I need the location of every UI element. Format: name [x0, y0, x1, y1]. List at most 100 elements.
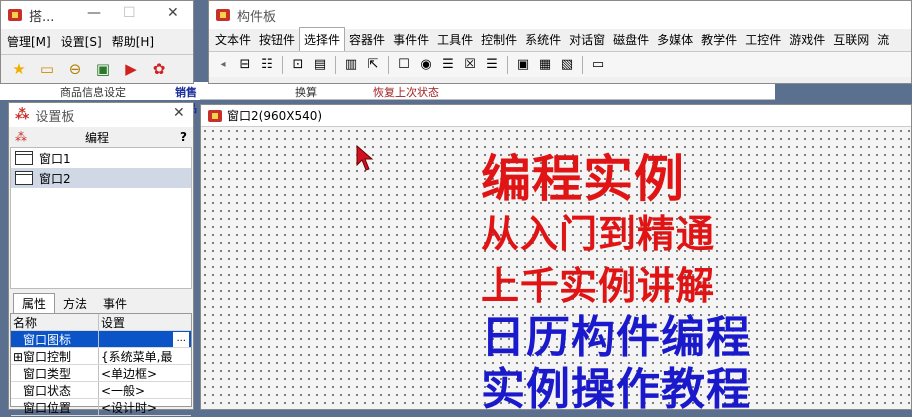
options-list-icon[interactable]: ☰ — [482, 55, 502, 75]
prop-value: ... — [99, 331, 191, 347]
pointer-list-icon[interactable]: ☷ — [257, 55, 277, 75]
help-button[interactable]: ? — [180, 130, 187, 144]
tab-11[interactable]: 教学件 — [697, 28, 741, 51]
radio-icon[interactable]: ◉ — [416, 55, 436, 75]
tree-item-label: 窗口1 — [39, 151, 71, 166]
maximize-button[interactable]: ☐ — [123, 5, 136, 21]
tab-15[interactable]: 流 — [873, 28, 893, 51]
prop-value: {系统菜单,最 — [101, 350, 173, 364]
tab-5[interactable]: 工具件 — [433, 28, 477, 51]
tab-7[interactable]: 系统件 — [521, 28, 565, 51]
component-tabs: 文本件 按钮件 选择件 容器件 事件件 工具件 控制件 系统件 对话窗 磁盘件 多媒体 教学件 工控件游… — [209, 27, 911, 51]
bg-text-3: 换算 — [295, 86, 317, 99]
prop-value: <设计时> — [101, 401, 158, 415]
grid-row-window-icon[interactable]: 窗口图标 ... — [11, 331, 191, 348]
menu-manage[interactable]: 管理[M] — [7, 33, 51, 50]
tab-9[interactable]: 磁盘件 — [609, 28, 653, 51]
grid-row-window-type[interactable]: 窗口类型 <单边框> — [11, 365, 191, 382]
list-select-icon[interactable]: ▤ — [310, 55, 330, 75]
design-window: 窗口2(960X540) 编程实例 从入门到精通 上千实例讲解 日历构件编程 实… — [200, 104, 912, 415]
close-button[interactable]: ✕ — [167, 5, 179, 21]
background-app-strip: 商品信息设定 换算 恢复上次状态 — [65, 82, 775, 100]
tab-8[interactable]: 对话窗 — [565, 28, 609, 51]
tab-1[interactable]: 按钮件 — [255, 28, 299, 51]
prop-name: 窗口图标 — [11, 331, 99, 347]
design-titlebar: 窗口2(960X540) — [201, 105, 911, 127]
grid-row-window-state[interactable]: 窗口状态 <一般> — [11, 382, 191, 399]
tab-12[interactable]: 工控件 — [741, 28, 785, 51]
grid-row-window-position[interactable]: 窗口位置 <设计时> — [11, 399, 191, 416]
window-tree: 窗口1 窗口2 — [10, 147, 192, 289]
tab-2[interactable]: 选择件 — [299, 27, 346, 51]
run-icon[interactable]: ▶ — [119, 57, 143, 81]
save-icon[interactable]: ▣ — [91, 57, 115, 81]
combo-icon[interactable]: ▣ — [513, 55, 533, 75]
bg-text-1b: 商品信息设定 — [60, 86, 126, 99]
toolbar-separator — [582, 55, 583, 74]
bg-text-4: 恢复上次状态 — [373, 86, 439, 99]
text-line-2[interactable]: 从入门到精通 — [481, 203, 715, 258]
settings-panel: ⁂ 设置板 ✕ ⁂ 编程 ? 窗口1 窗口2 属性 方法 事件 名称 设置 窗口… — [8, 102, 194, 416]
star-icon[interactable]: ★ — [7, 57, 31, 81]
prop-name: 窗口位置 — [11, 399, 99, 415]
dropdown-icon[interactable]: ▦ — [535, 55, 555, 75]
settings-header-label: 编程 — [85, 130, 110, 145]
app-logo-icon — [7, 7, 23, 23]
mouse-cursor-icon — [356, 145, 374, 171]
window-icon[interactable]: ▭ — [35, 57, 59, 81]
grid-row-window-control[interactable]: ⊞窗口控制 {系统菜单,最 — [11, 348, 191, 365]
tab-10[interactable]: 多媒体 — [653, 28, 697, 51]
form-icon[interactable]: ⊖ — [63, 57, 87, 81]
prop-name: ⊞窗口控制 — [11, 348, 99, 364]
settings-titlebar: ⁂ 设置板 ✕ — [9, 103, 193, 127]
ellipsis-button[interactable]: ... — [173, 332, 189, 347]
design-title: 窗口2(960X540) — [227, 109, 323, 123]
tree-item-window1[interactable]: 窗口1 — [11, 148, 191, 168]
prop-value: <单边框> — [101, 367, 158, 381]
tab-14[interactable]: 互联网 — [829, 28, 873, 51]
tab-3[interactable]: 容器件 — [345, 28, 389, 51]
design-window-icon — [207, 108, 223, 124]
toolbar-separator — [282, 55, 283, 74]
minimize-button[interactable]: — — [87, 5, 101, 21]
grid-header-name: 名称 — [11, 314, 99, 330]
app-logo-icon — [215, 7, 231, 23]
text-line-1[interactable]: 编程实例 — [481, 139, 685, 211]
design-canvas[interactable]: 编程实例 从入门到精通 上千实例讲解 日历构件编程 实例操作教程 — [201, 127, 911, 415]
tab-4[interactable]: 事件件 — [389, 28, 433, 51]
check-list-icon[interactable]: ☒ — [460, 55, 480, 75]
toolbar-separator — [388, 55, 389, 74]
frame-icon[interactable]: ▥ — [341, 55, 361, 75]
settings-header-icon: ⁂ — [15, 130, 27, 144]
scroll-left-icon[interactable]: ◂ — [213, 55, 233, 75]
component-board-titlebar: 构件板 — [209, 1, 911, 29]
tab-0[interactable]: 文本件 — [211, 28, 255, 51]
cursor-select-icon[interactable]: ⇱ — [363, 55, 383, 75]
tree-item-window2[interactable]: 窗口2 — [11, 168, 191, 188]
tab-13[interactable]: 游戏件 — [785, 28, 829, 51]
prop-name: 窗口类型 — [11, 365, 99, 381]
tab-6[interactable]: 控制件 — [477, 28, 521, 51]
tab-events[interactable]: 事件 — [95, 294, 135, 313]
window-icon — [15, 151, 33, 165]
component-board-window: 构件板 文本件 按钮件 选择件 容器件 事件件 工具件 控制件 系统件 对话窗 磁盘件 多媒体 教学件… — [208, 0, 912, 84]
window-icon — [15, 171, 33, 185]
menu-help[interactable]: 帮助[H] — [112, 33, 154, 50]
tab-methods[interactable]: 方法 — [55, 294, 95, 313]
panel-icon[interactable]: ▭ — [588, 55, 608, 75]
text-line-5[interactable]: 实例操作教程 — [481, 353, 751, 417]
background-left-strip: 商品信息设定 销售商品 — [0, 82, 200, 115]
settings-close-button[interactable]: ✕ — [173, 105, 185, 121]
checkbox-icon[interactable]: ☐ — [394, 55, 414, 75]
tab-properties[interactable]: 属性 — [13, 293, 56, 313]
table-icon[interactable]: ▧ — [557, 55, 577, 75]
listbox-icon[interactable]: ☰ — [438, 55, 458, 75]
grid-header: 名称 设置 — [11, 314, 191, 331]
prop-name: 窗口状态 — [11, 382, 99, 398]
refresh-icon[interactable]: ✿ — [147, 57, 171, 81]
menu-settings[interactable]: 设置[S] — [61, 33, 102, 50]
grid-select-icon[interactable]: ⊡ — [288, 55, 308, 75]
select-frame-icon[interactable]: ⊟ — [235, 55, 255, 75]
grid-header-value: 设置 — [101, 316, 126, 330]
menu-bar: 管理[M] 设置[S] 帮助[H] — [1, 29, 193, 54]
